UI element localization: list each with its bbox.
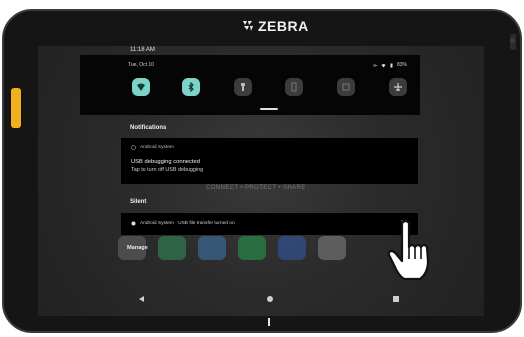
silent-header: Silent [130,199,147,205]
notification-body: Tap to turn off USB debugging [131,167,204,173]
brand-name: ZEBRA [258,18,309,34]
side-scan-button[interactable] [11,88,21,128]
app-icon[interactable] [318,236,346,260]
wifi-status-icon [381,63,386,67]
brand-logo: ZEBRA [241,18,309,34]
airplane-icon [394,83,402,91]
home-indicator [268,318,270,326]
notification-source: Android System [131,145,174,150]
auto-rotate-tile[interactable] [337,78,355,96]
manage-button[interactable]: Manage [127,245,148,251]
android-system-icon [131,145,136,150]
bluetooth-tile[interactable] [182,78,200,96]
battery-saver-icon [291,82,297,92]
messages-app-icon[interactable] [198,236,226,260]
battery-icon [390,63,393,67]
home-icon[interactable] [267,296,273,302]
silent-notification-row: Android System · USB file transfer turne… [131,221,235,226]
clock: 11:18 AM [130,47,155,53]
flashlight-tile[interactable] [234,78,252,96]
android-system-icon [131,221,136,226]
notification-card-usb-debugging[interactable]: Android System USB debugging connected T… [121,138,418,184]
pointing-hand-icon [387,219,430,281]
notification-source-label: Android System [140,145,174,150]
flashlight-icon [241,83,245,91]
camera-dot [510,38,515,43]
date: Tue, Oct 10 [128,62,154,68]
notification-title: USB debugging connected [131,159,200,165]
notification-card-usb-file-transfer[interactable]: Android System · USB file transfer turne… [121,213,418,235]
panel-drag-handle[interactable] [260,108,278,110]
whatsapp-app-icon[interactable] [238,236,266,260]
zebra-logo-icon [243,21,253,31]
bluetooth-icon [188,82,194,92]
airplane-tile[interactable] [389,78,407,96]
home-tagline: CONNECT • PROTECT • SHARE [206,185,306,191]
wifi-icon [137,83,145,91]
back-icon[interactable] [139,296,144,302]
status-icons: 83% [373,62,407,68]
dropbox-app-icon[interactable] [278,236,306,260]
wifi-tile[interactable] [132,78,150,96]
vpn-icon [373,63,378,67]
battery-percent: 83% [397,62,408,68]
recents-icon[interactable] [393,296,399,302]
notifications-header: Notifications [130,125,167,131]
navigation-bar [38,282,484,316]
silent-notification-text: Android System · USB file transfer turne… [140,221,235,226]
maps-app-icon[interactable] [158,236,186,260]
app-dock [118,236,346,260]
battery-saver-tile[interactable] [285,78,303,96]
rotate-icon [342,83,350,91]
